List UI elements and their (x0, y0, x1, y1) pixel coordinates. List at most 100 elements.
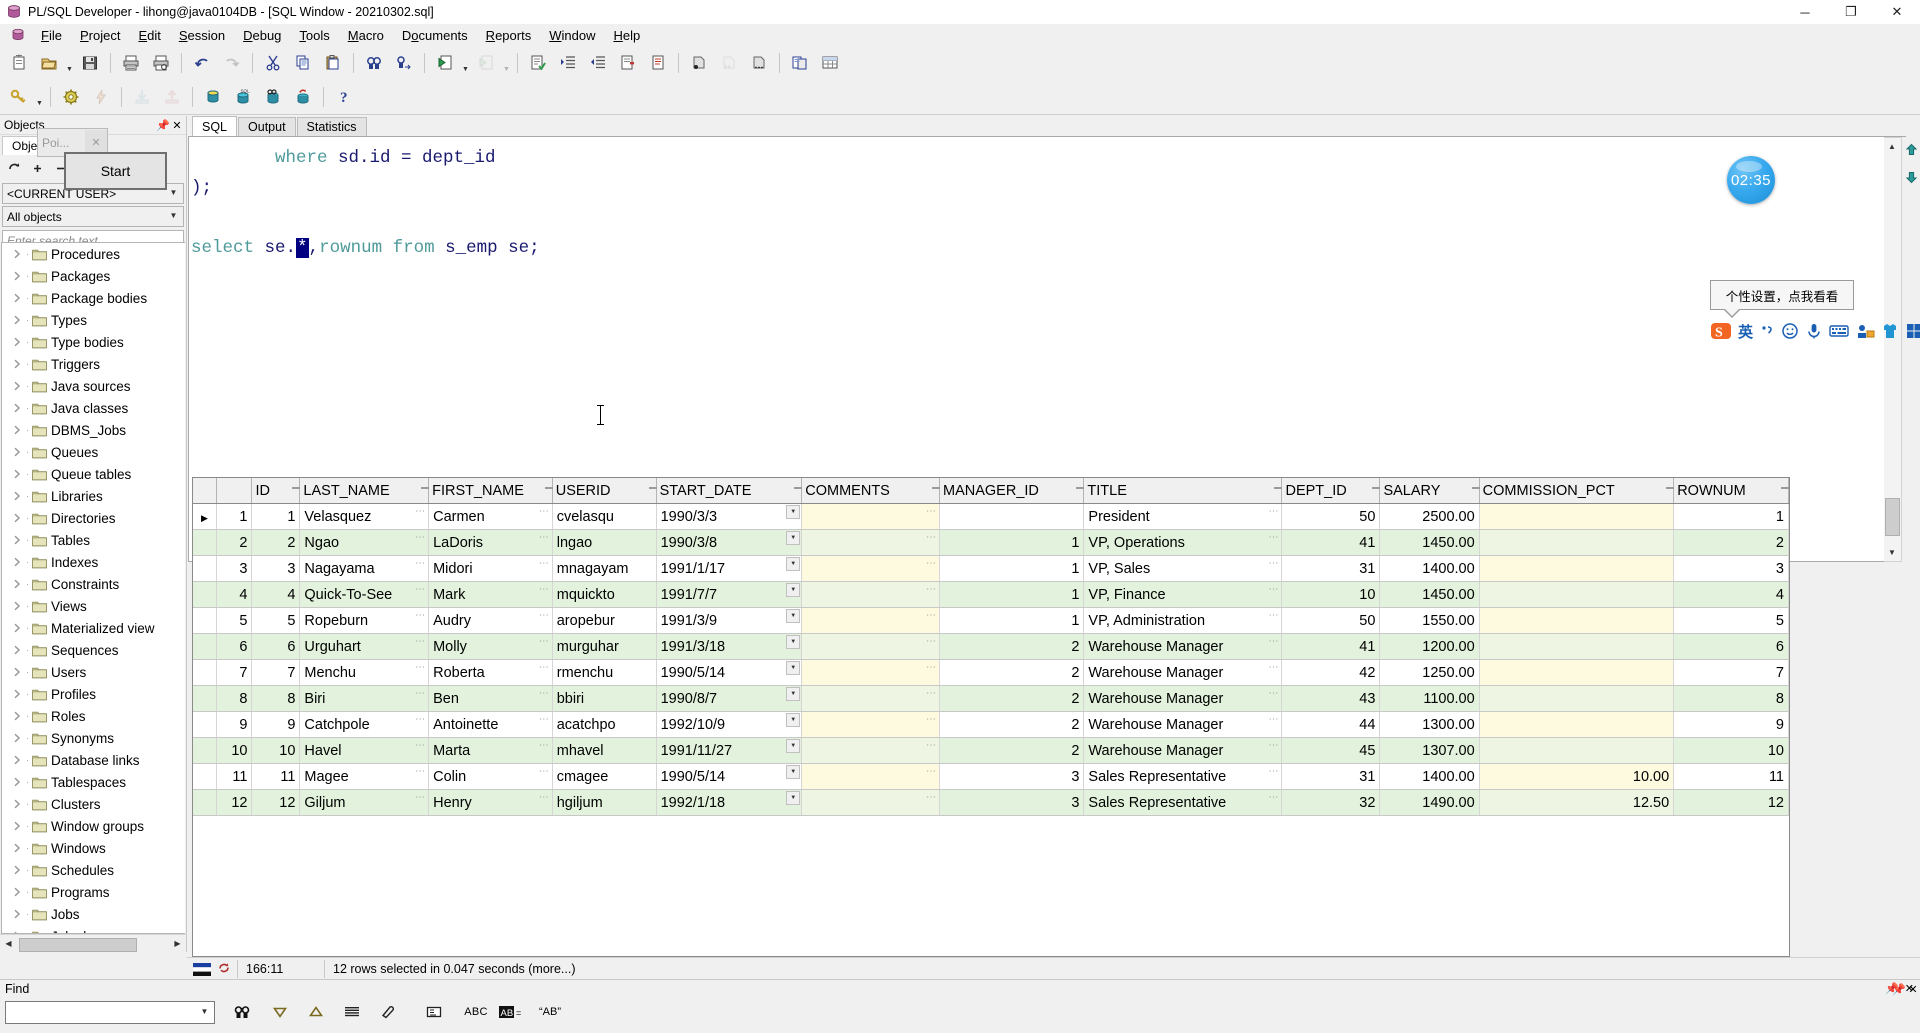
memo-ellipsis-icon[interactable]: ⋯ (1268, 636, 1279, 647)
find-icon[interactable] (360, 49, 388, 77)
cell-commission_pct[interactable] (1479, 633, 1675, 660)
indent-icon[interactable] (554, 49, 582, 77)
cell-manager_id[interactable]: 1 (939, 555, 1085, 582)
cell-commission_pct[interactable]: 12.50 (1479, 789, 1675, 816)
cell-first_name[interactable]: Colin ⋯ (428, 763, 553, 790)
cell-id[interactable]: 4 (251, 581, 301, 608)
table-row[interactable]: 8 8 Biri ⋯ Ben ⋯ bbiri 1990/8/7 ▼ ⋯ 2 Warehouse Man… (193, 685, 1789, 712)
bookmark-up-icon[interactable] (1905, 143, 1918, 159)
print-preview-icon[interactable] (147, 49, 175, 77)
cell-first_name[interactable]: Marta ⋯ (428, 737, 553, 764)
tree-item-java-sources[interactable]: · Java sources (2, 375, 185, 397)
cell-comments[interactable]: ⋯ (801, 659, 941, 686)
cell-id[interactable]: 8 (251, 685, 301, 712)
chevron-right-icon[interactable] (10, 903, 24, 925)
cell-last_name[interactable]: Magee ⋯ (299, 763, 430, 790)
tree-item-types[interactable]: · Types (2, 309, 185, 331)
memo-ellipsis-icon[interactable]: ⋯ (926, 558, 937, 569)
timer-bubble[interactable]: 02:35 (1727, 156, 1775, 204)
cell-id[interactable]: 9 (251, 711, 301, 738)
cell-dept_id[interactable]: 31 (1281, 763, 1381, 790)
chevron-right-icon[interactable] (10, 419, 24, 441)
memo-ellipsis-icon[interactable]: ⋯ (539, 792, 550, 803)
lightning-icon[interactable] (87, 83, 115, 111)
chevron-right-icon[interactable] (10, 485, 24, 507)
cell-dept_id[interactable]: 41 (1281, 529, 1381, 556)
cell-rownum[interactable]: 9 (1673, 711, 1789, 738)
row-selector[interactable] (193, 763, 217, 790)
cell-userid[interactable]: bbiri (552, 685, 657, 712)
whole-word-icon[interactable]: “AB” (537, 1000, 563, 1024)
help-question-icon[interactable]: ? (330, 83, 358, 111)
db-browse-icon[interactable] (259, 83, 287, 111)
cell-last_name[interactable]: Biri ⋯ (299, 685, 430, 712)
open-file-dropdown-icon[interactable]: ▼ (64, 47, 75, 80)
date-dropdown-icon[interactable]: ▼ (786, 505, 801, 519)
results-grid[interactable]: ID LAST_NAME FIRST_NAME USERID START_DATE COM… (192, 477, 1790, 957)
menu-item-session[interactable]: Session (170, 26, 234, 45)
redo-icon[interactable] (218, 49, 246, 77)
cell-userid[interactable]: mnagayam (552, 555, 657, 582)
cell-commission_pct[interactable] (1479, 503, 1675, 530)
date-dropdown-icon[interactable]: ▼ (786, 635, 801, 649)
chevron-right-icon[interactable] (10, 683, 24, 705)
tree-item-package-bodies[interactable]: · Package bodies (2, 287, 185, 309)
cell-dept_id[interactable]: 10 (1281, 581, 1381, 608)
memo-ellipsis-icon[interactable]: ⋯ (539, 662, 550, 673)
column-header-id[interactable]: ID (251, 478, 301, 504)
cell-start_date[interactable]: 1991/3/18 ▼ (656, 633, 803, 660)
chevron-right-icon[interactable] (10, 243, 24, 265)
paste-icon[interactable] (319, 49, 347, 77)
column-header-manager_id[interactable]: MANAGER_ID (939, 478, 1085, 504)
cell-start_date[interactable]: 1991/11/27 ▼ (656, 737, 803, 764)
date-dropdown-icon[interactable]: ▼ (786, 609, 801, 623)
chevron-right-icon[interactable] (10, 749, 24, 771)
chevron-right-icon[interactable] (10, 815, 24, 837)
emoji-icon[interactable] (1781, 322, 1799, 340)
cell-comments[interactable]: ⋯ (801, 633, 941, 660)
cell-rownum[interactable]: 1 (1673, 503, 1789, 530)
memo-ellipsis-icon[interactable]: ⋯ (539, 558, 550, 569)
cell-title[interactable]: Warehouse Manager ⋯ (1083, 633, 1283, 660)
cell-first_name[interactable]: Carmen ⋯ (428, 503, 553, 530)
tree-item-window-groups[interactable]: · Window groups (2, 815, 185, 837)
memo-ellipsis-icon[interactable]: ⋯ (1268, 740, 1279, 751)
cell-dept_id[interactable]: 32 (1281, 789, 1381, 816)
scroll-right-icon[interactable]: ▶ (169, 935, 186, 952)
close-button[interactable]: ✕ (1874, 0, 1920, 24)
expand-all-icon[interactable] (26, 157, 48, 179)
table-row[interactable]: 4 4 Quick-To-See ⋯ Mark ⋯ mquickto 1991/7/7 ▼ ⋯ 1 V… (193, 581, 1789, 608)
chevron-right-icon[interactable] (10, 595, 24, 617)
tree-item-type-bodies[interactable]: · Type bodies (2, 331, 185, 353)
tree-item-triggers[interactable]: · Triggers (2, 353, 185, 375)
cell-rownum[interactable]: 7 (1673, 659, 1789, 686)
date-dropdown-icon[interactable]: ▼ (786, 713, 801, 727)
print-icon[interactable] (117, 49, 145, 77)
memo-ellipsis-icon[interactable]: ⋯ (1268, 662, 1279, 673)
new-window-icon[interactable] (5, 49, 33, 77)
cell-commission_pct[interactable] (1479, 685, 1675, 712)
step-out-icon[interactable] (745, 49, 773, 77)
memo-ellipsis-icon[interactable]: ⋯ (1268, 792, 1279, 803)
editor-vertical-scrollbar[interactable]: ▲ ▼ (1884, 137, 1902, 562)
step-into-icon[interactable] (685, 49, 713, 77)
object-type-select[interactable]: All objects ▼ (2, 206, 184, 227)
memo-ellipsis-icon[interactable]: ⋯ (926, 584, 937, 595)
memo-ellipsis-icon[interactable]: ⋯ (415, 610, 426, 621)
tab-sql[interactable]: SQL (192, 116, 238, 136)
cell-commission_pct[interactable] (1479, 607, 1675, 634)
cell-comments[interactable]: ⋯ (801, 685, 941, 712)
cell-id[interactable]: 2 (251, 529, 301, 556)
menu-item-help[interactable]: Help (604, 26, 649, 45)
find-close-icon[interactable]: ✕ (1905, 982, 1914, 995)
memo-ellipsis-icon[interactable]: ⋯ (539, 584, 550, 595)
cell-comments[interactable]: ⋯ (801, 789, 941, 816)
cell-id[interactable]: 7 (251, 659, 301, 686)
cell-comments[interactable]: ⋯ (801, 737, 941, 764)
db-sql-icon[interactable]: SQL (229, 83, 257, 111)
chevron-right-icon[interactable] (10, 507, 24, 529)
memo-ellipsis-icon[interactable]: ⋯ (539, 688, 550, 699)
memo-ellipsis-icon[interactable]: ⋯ (415, 766, 426, 777)
find-input[interactable]: ▼ (5, 1000, 215, 1024)
memo-ellipsis-icon[interactable]: ⋯ (415, 662, 426, 673)
